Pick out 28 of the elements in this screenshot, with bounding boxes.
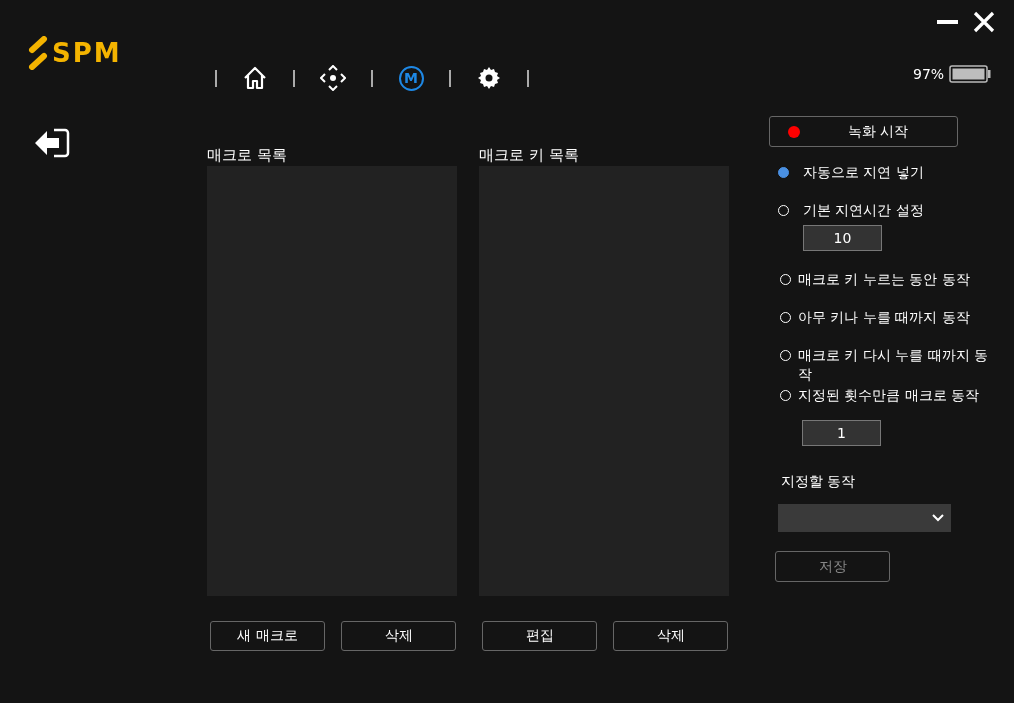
list-title: 매크로 목록 [207, 145, 288, 166]
radio-button[interactable] [778, 167, 789, 178]
back-arrow-icon[interactable] [34, 128, 70, 158]
home-icon[interactable] [242, 65, 268, 91]
action-button[interactable]: 새 매크로 [210, 621, 325, 651]
action-button[interactable]: 편집 [482, 621, 597, 651]
action-button[interactable]: 삭제 [341, 621, 456, 651]
option-label: 매크로 키 누르는 동안 동작 [798, 270, 970, 289]
option-label: 매크로 키 다시 누를 때까지 동작 [798, 346, 990, 384]
action-label: 지정할 동작 [781, 473, 856, 491]
option-label: 기본 지연시간 설정 [803, 201, 924, 220]
logo: SPM [28, 36, 122, 70]
minimize-icon[interactable] [937, 19, 959, 25]
list-title: 매크로 키 목록 [479, 145, 580, 166]
option-label: 아무 키나 누를 때까지 동작 [798, 308, 970, 327]
record-button[interactable]: 녹화 시작 [769, 116, 958, 147]
settings-icon[interactable] [477, 66, 501, 90]
move-arrows-icon[interactable] [320, 65, 346, 91]
number-field[interactable]: 10 [803, 225, 882, 251]
battery-icon [949, 65, 992, 83]
number-field[interactable]: 1 [802, 420, 881, 446]
chevron-down-icon [932, 514, 944, 522]
option-label: 자동으로 지연 넣기 [803, 163, 924, 182]
close-icon[interactable] [973, 11, 995, 33]
action-button[interactable]: 삭제 [613, 621, 728, 651]
battery-reading: 97% [913, 66, 945, 82]
macro-tab[interactable]: M [398, 65, 424, 91]
option-label: 지정된 횟수만큼 매크로 동작 [798, 386, 980, 405]
